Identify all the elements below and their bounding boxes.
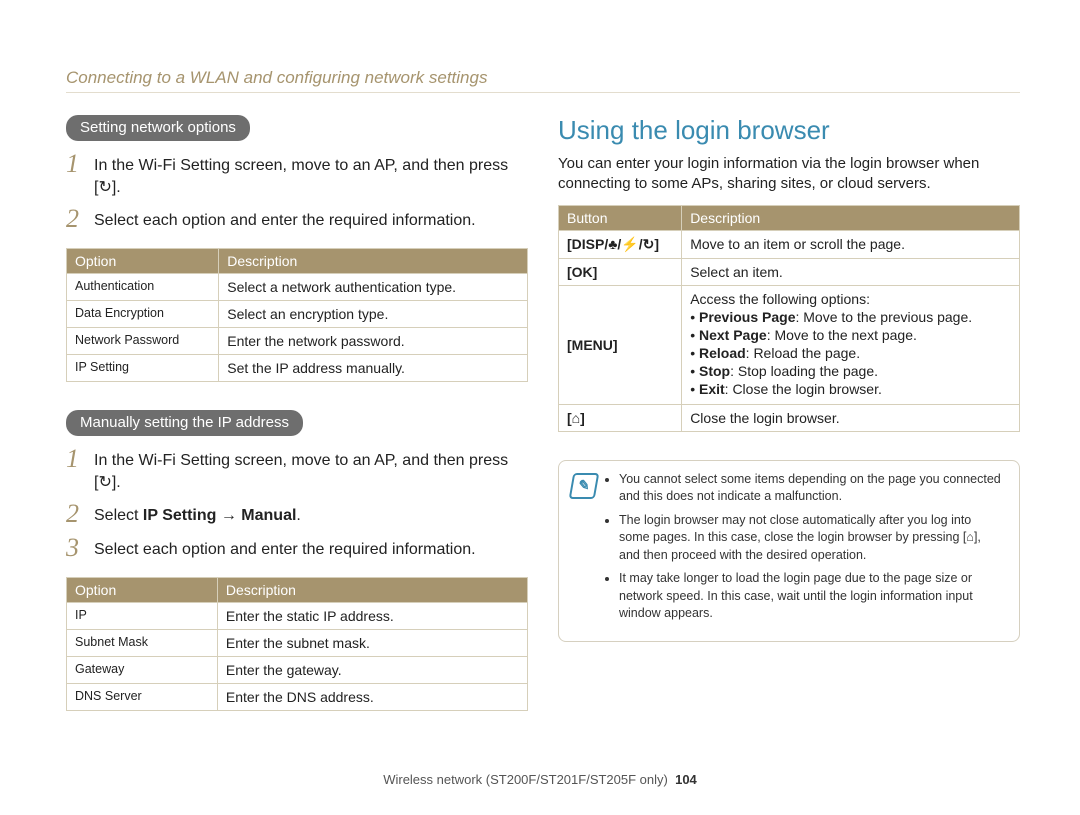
pill-manual-ip: Manually setting the IP address xyxy=(66,410,303,436)
bold-text: IP Setting → Manual xyxy=(143,507,297,524)
button-table: Button Description [DISP/♣/⚡/↻] Move to … xyxy=(558,205,1020,432)
cell-desc: Close the login browser. xyxy=(682,404,1020,431)
step-2: 2 Select IP Setting → Manual. xyxy=(66,501,528,527)
cell-option: Gateway xyxy=(67,657,218,684)
step-text: In the Wi-Fi Setting screen, move to an … xyxy=(94,151,528,198)
step-number: 3 xyxy=(66,535,88,561)
table-row: GatewayEnter the gateway. xyxy=(67,657,528,684)
cell-desc: Enter the DNS address. xyxy=(217,684,527,711)
step-text: In the Wi-Fi Setting screen, move to an … xyxy=(94,446,528,493)
intro-paragraph: You can enter your login information via… xyxy=(558,154,1020,195)
th-button: Button xyxy=(559,205,682,230)
cell-desc: Access the following options: Previous P… xyxy=(682,285,1020,404)
step-text: Select each option and enter the require… xyxy=(94,206,476,232)
th-description: Description xyxy=(217,578,527,603)
th-option: Option xyxy=(67,249,219,274)
header-rule xyxy=(66,92,1020,93)
section-title: Using the login browser xyxy=(558,115,1020,146)
step-number: 2 xyxy=(66,501,88,527)
cell-button: [⌂] xyxy=(559,404,682,431)
step-number: 2 xyxy=(66,206,88,232)
step-text: Select each option and enter the require… xyxy=(94,535,476,561)
footer: Wireless network (ST200F/ST201F/ST205F o… xyxy=(0,772,1080,787)
table-row: DNS ServerEnter the DNS address. xyxy=(67,684,528,711)
cell-button: [DISP/♣/⚡/↻] xyxy=(559,230,682,258)
menu-item: Previous Page: Move to the previous page… xyxy=(690,309,1011,325)
cell-desc: Select an item. xyxy=(682,258,1020,285)
cell-button: [MENU] xyxy=(559,285,682,404)
menu-head: Access the following options: xyxy=(690,291,1011,307)
bold-text: Previous Page xyxy=(699,309,796,325)
step-1: 1 In the Wi-Fi Setting screen, move to a… xyxy=(66,151,528,198)
text: : Close the login browser. xyxy=(725,381,882,397)
cell-button: [OK] xyxy=(559,258,682,285)
page-number: 104 xyxy=(675,772,697,787)
cell-option: Data Encryption xyxy=(67,301,219,328)
bold-text: Stop xyxy=(699,363,730,379)
footer-text: Wireless network (ST200F/ST201F/ST205F o… xyxy=(383,772,668,787)
note-item: The login browser may not close automati… xyxy=(619,512,1005,565)
cell-option: DNS Server xyxy=(67,684,218,711)
cell-option: IP Setting xyxy=(67,355,219,382)
th-option: Option xyxy=(67,578,218,603)
text: Select xyxy=(94,507,143,524)
cell-option: IP xyxy=(67,603,218,630)
menu-item: Reload: Reload the page. xyxy=(690,345,1011,361)
text: : Move to the next page. xyxy=(767,327,917,343)
table-row: [DISP/♣/⚡/↻] Move to an item or scroll t… xyxy=(559,230,1020,258)
right-column: Using the login browser You can enter yo… xyxy=(558,115,1020,739)
th-description: Description xyxy=(219,249,528,274)
table-row: [⌂] Close the login browser. xyxy=(559,404,1020,431)
note-item: You cannot select some items depending o… xyxy=(619,471,1005,506)
cell-desc: Enter the static IP address. xyxy=(217,603,527,630)
options-table-1: Option Description AuthenticationSelect … xyxy=(66,248,528,382)
cell-desc: Select a network authentication type. xyxy=(219,274,528,301)
options-table-2: Option Description IPEnter the static IP… xyxy=(66,577,528,711)
bold-text: Next Page xyxy=(699,327,767,343)
table-row: [OK] Select an item. xyxy=(559,258,1020,285)
bold-text: Reload xyxy=(699,345,746,361)
cell-desc: Select an encryption type. xyxy=(219,301,528,328)
note-item: It may take longer to load the login pag… xyxy=(619,570,1005,623)
table-row: [MENU] Access the following options: Pre… xyxy=(559,285,1020,404)
note-box: ✎ You cannot select some items depending… xyxy=(558,460,1020,642)
step-2: 2 Select each option and enter the requi… xyxy=(66,206,528,232)
bold-text: Exit xyxy=(699,381,725,397)
table-row: IP SettingSet the IP address manually. xyxy=(67,355,528,382)
left-column: Setting network options 1 In the Wi-Fi S… xyxy=(66,115,528,739)
pill-setting-network-options: Setting network options xyxy=(66,115,250,141)
step-text: Select IP Setting → Manual. xyxy=(94,501,301,527)
cell-option: Network Password xyxy=(67,328,219,355)
step-1: 1 In the Wi-Fi Setting screen, move to a… xyxy=(66,446,528,493)
th-description: Description xyxy=(682,205,1020,230)
cell-desc: Set the IP address manually. xyxy=(219,355,528,382)
step-number: 1 xyxy=(66,446,88,472)
table-row: IPEnter the static IP address. xyxy=(67,603,528,630)
table-row: Data EncryptionSelect an encryption type… xyxy=(67,301,528,328)
note-icon: ✎ xyxy=(569,473,600,499)
step-number: 1 xyxy=(66,151,88,177)
menu-item: Stop: Stop loading the page. xyxy=(690,363,1011,379)
menu-item: Exit: Close the login browser. xyxy=(690,381,1011,397)
table-row: AuthenticationSelect a network authentic… xyxy=(67,274,528,301)
cell-option: Authentication xyxy=(67,274,219,301)
page-header: Connecting to a WLAN and configuring net… xyxy=(66,68,1020,88)
cell-desc: Enter the subnet mask. xyxy=(217,630,527,657)
text: . xyxy=(296,507,300,524)
text: : Reload the page. xyxy=(746,345,860,361)
cell-desc: Move to an item or scroll the page. xyxy=(682,230,1020,258)
menu-item: Next Page: Move to the next page. xyxy=(690,327,1011,343)
step-3: 3 Select each option and enter the requi… xyxy=(66,535,528,561)
cell-desc: Enter the gateway. xyxy=(217,657,527,684)
text: : Stop loading the page. xyxy=(730,363,878,379)
text: : Move to the previous page. xyxy=(795,309,972,325)
cell-desc: Enter the network password. xyxy=(219,328,528,355)
table-row: Subnet MaskEnter the subnet mask. xyxy=(67,630,528,657)
table-row: Network PasswordEnter the network passwo… xyxy=(67,328,528,355)
cell-option: Subnet Mask xyxy=(67,630,218,657)
